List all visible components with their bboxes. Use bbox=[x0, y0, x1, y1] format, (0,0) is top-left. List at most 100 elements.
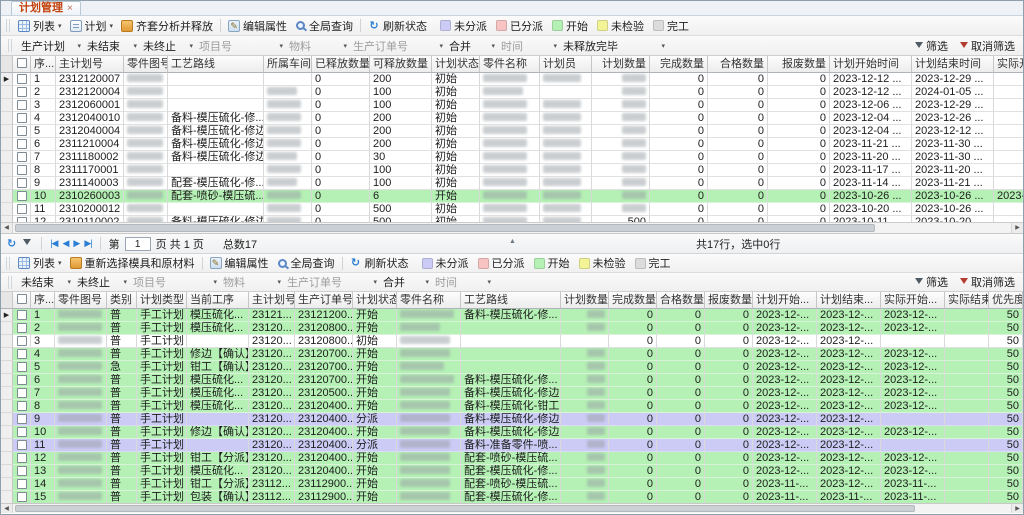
not-terminated-filter[interactable]: 未终止▾ bbox=[74, 275, 130, 290]
column-header[interactable]: 计划结束... bbox=[817, 292, 881, 309]
table-row[interactable]: 12普手工计划钳工【分派】23120...23120400...开始配套-喷砂-… bbox=[1, 452, 1023, 465]
list-button[interactable]: 列表▾ bbox=[14, 18, 66, 34]
column-header[interactable]: 计划开始... bbox=[753, 292, 817, 309]
table-row[interactable]: 13普手工计划模压硫化...23120...23120400...开始配套-模压… bbox=[1, 465, 1023, 478]
row-selector-gutter[interactable] bbox=[1, 361, 13, 374]
project-no-filter[interactable]: 项目号▾ bbox=[196, 38, 286, 53]
filter-summary-icon[interactable] bbox=[23, 239, 31, 249]
material-filter[interactable]: 物料▾ bbox=[220, 275, 284, 290]
column-header[interactable]: 类别 bbox=[107, 292, 137, 309]
row-checkbox[interactable] bbox=[17, 466, 27, 476]
column-header[interactable]: 零件图号 bbox=[124, 56, 168, 73]
row-selector-gutter[interactable]: ▶ bbox=[1, 73, 13, 86]
row-checkbox[interactable] bbox=[17, 362, 27, 372]
table-row[interactable]: 92311140003配套-模压硫化-修...0100初始0002023-11-… bbox=[1, 177, 1023, 190]
cancel-filter-button[interactable]: 取消筛选 bbox=[960, 38, 1015, 54]
scroll-right-icon[interactable]: ▶ bbox=[1011, 504, 1023, 513]
column-header[interactable]: 实际开始... bbox=[881, 292, 945, 309]
tab-plan-management[interactable]: 计划管理 × bbox=[11, 1, 81, 15]
row-checkbox[interactable] bbox=[17, 100, 27, 110]
tab-close-icon[interactable]: × bbox=[67, 2, 73, 15]
next-page-button[interactable]: ▶ bbox=[73, 238, 79, 249]
row-checkbox[interactable] bbox=[17, 427, 27, 437]
column-header[interactable]: 报废数量 bbox=[705, 292, 753, 309]
prev-page-button[interactable]: ◀ bbox=[62, 238, 68, 249]
production-order-filter[interactable]: 生产订单号▾ bbox=[350, 38, 446, 53]
table-row[interactable]: 3普手工计划23120...23120800...初始0002023-12-..… bbox=[1, 335, 1023, 348]
row-selector-gutter[interactable] bbox=[1, 478, 13, 491]
row-selector-gutter[interactable] bbox=[1, 125, 13, 138]
project-no-filter[interactable]: 项目号▾ bbox=[130, 275, 220, 290]
row-checkbox[interactable] bbox=[17, 152, 27, 162]
row-selector-gutter[interactable] bbox=[1, 322, 13, 335]
column-header[interactable]: 计划状态 bbox=[353, 292, 397, 309]
column-header[interactable]: 零件名称 bbox=[480, 56, 540, 73]
column-header[interactable]: 零件名称 bbox=[397, 292, 461, 309]
table-row[interactable]: 8普手工计划模压硫化...23120...23120400...开始备料-模压硫… bbox=[1, 400, 1023, 413]
row-checkbox[interactable] bbox=[17, 204, 27, 214]
not-terminated-filter[interactable]: 未终止▾ bbox=[140, 38, 196, 53]
row-checkbox[interactable] bbox=[17, 414, 27, 424]
column-header[interactable]: 计划数量 bbox=[592, 56, 650, 73]
column-header[interactable]: 工艺路线 bbox=[168, 56, 264, 73]
table-row[interactable]: 102310260003配套-喷砂-模压硫...06开始0002023-10-2… bbox=[1, 190, 1023, 203]
column-header[interactable]: 可释放数量 bbox=[370, 56, 432, 73]
not-fully-released-filter[interactable]: 未释放完毕▾ bbox=[560, 38, 668, 53]
refresh-status-button[interactable]: ↻刷新状态 bbox=[346, 255, 413, 271]
table-row[interactable]: ▶1普手工计划模压硫化...23121...23121200...开始备料-模压… bbox=[1, 309, 1023, 322]
row-checkbox[interactable] bbox=[17, 191, 27, 201]
edit-properties-button[interactable]: ✎编辑属性 bbox=[224, 18, 291, 34]
row-selector-gutter[interactable] bbox=[1, 452, 13, 465]
column-header[interactable]: 合格数量 bbox=[657, 292, 705, 309]
select-all-checkbox[interactable] bbox=[17, 58, 27, 68]
column-header[interactable]: 主计划号 bbox=[249, 292, 295, 309]
row-selector-gutter[interactable] bbox=[1, 426, 13, 439]
table-row[interactable]: 122310110002备料-模压硫化-修边0500初始5000002023-1… bbox=[1, 216, 1023, 223]
scroll-track[interactable] bbox=[13, 504, 1011, 513]
table-row[interactable]: 1123102000120500初始0002023-10-20 ...2023-… bbox=[1, 203, 1023, 216]
filter-button[interactable]: 筛选 bbox=[915, 38, 948, 54]
scroll-left-icon[interactable]: ◀ bbox=[1, 504, 13, 513]
page-number-input[interactable]: 1 bbox=[125, 237, 151, 251]
material-filter[interactable]: 物料▾ bbox=[286, 38, 350, 53]
global-search-button[interactable]: 全局查询 bbox=[291, 18, 357, 34]
scroll-right-icon[interactable]: ▶ bbox=[1011, 223, 1023, 233]
table-row[interactable]: 10普手工计划修边【确认】23120...23120400...开始备料-模压硫… bbox=[1, 426, 1023, 439]
row-selector-gutter[interactable] bbox=[1, 292, 13, 309]
edit-properties-button[interactable]: ✎编辑属性 bbox=[206, 255, 273, 271]
column-header[interactable]: 生产订单号 bbox=[295, 292, 353, 309]
column-header[interactable]: 计划数量 bbox=[561, 292, 609, 309]
column-header[interactable]: 工艺路线 bbox=[461, 292, 561, 309]
not-finished-filter[interactable]: 未结束▾ bbox=[84, 38, 140, 53]
top-horizontal-scrollbar[interactable]: ◀ ▶ bbox=[1, 223, 1023, 234]
row-checkbox[interactable] bbox=[17, 440, 27, 450]
table-row[interactable]: 14普手工计划钳工【分派】23112...23112900...开始配套-喷砂-… bbox=[1, 478, 1023, 491]
bottom-horizontal-scrollbar[interactable]: ◀ ▶ bbox=[1, 503, 1023, 513]
table-row[interactable]: 52312040004备料-模压硫化-修边0200初始0002023-12-04… bbox=[1, 125, 1023, 138]
row-selector-gutter[interactable] bbox=[1, 151, 13, 164]
row-checkbox[interactable] bbox=[17, 401, 27, 411]
row-checkbox[interactable] bbox=[17, 388, 27, 398]
table-row[interactable]: 15普手工计划包装【确认】23112...23112900...开始配套-模压硫… bbox=[1, 491, 1023, 503]
plan-button[interactable]: 计划▾ bbox=[66, 18, 118, 34]
table-row[interactable]: 42312040010备料-模压硫化-修...0200初始0002023-12-… bbox=[1, 112, 1023, 125]
row-checkbox[interactable] bbox=[17, 178, 27, 188]
table-row[interactable]: 5急手工计划钳工【确认】23120...23120700...开始0002023… bbox=[1, 361, 1023, 374]
column-header[interactable]: 完成数量 bbox=[609, 292, 657, 309]
row-selector-gutter[interactable] bbox=[1, 56, 13, 73]
row-selector-gutter[interactable] bbox=[1, 465, 13, 478]
table-row[interactable]: 62311210004备料-模压硫化-修边0200初始0002023-11-21… bbox=[1, 138, 1023, 151]
reselect-mold-materials-button[interactable]: 重新选择模具和原材料 bbox=[66, 255, 199, 271]
kit-analysis-release-button[interactable]: 齐套分析并释放 bbox=[117, 18, 217, 34]
table-row[interactable]: 823111700010100初始0002023-11-17 ...2023-1… bbox=[1, 164, 1023, 177]
global-search-button[interactable]: 全局查询 bbox=[273, 255, 339, 271]
table-row[interactable]: 6普手工计划模压硫化...23120...23120700...开始备料-模压硫… bbox=[1, 374, 1023, 387]
column-header[interactable]: 报废数量 bbox=[768, 56, 830, 73]
row-checkbox[interactable] bbox=[17, 113, 27, 123]
scroll-track[interactable] bbox=[13, 223, 1011, 233]
merge-filter[interactable]: 合并▾ bbox=[380, 275, 432, 290]
column-header[interactable]: 当前工序 bbox=[187, 292, 249, 309]
scroll-thumb[interactable] bbox=[15, 224, 875, 232]
column-header[interactable]: 已释放数量 bbox=[312, 56, 370, 73]
column-header[interactable]: 优先度 bbox=[989, 292, 1023, 309]
